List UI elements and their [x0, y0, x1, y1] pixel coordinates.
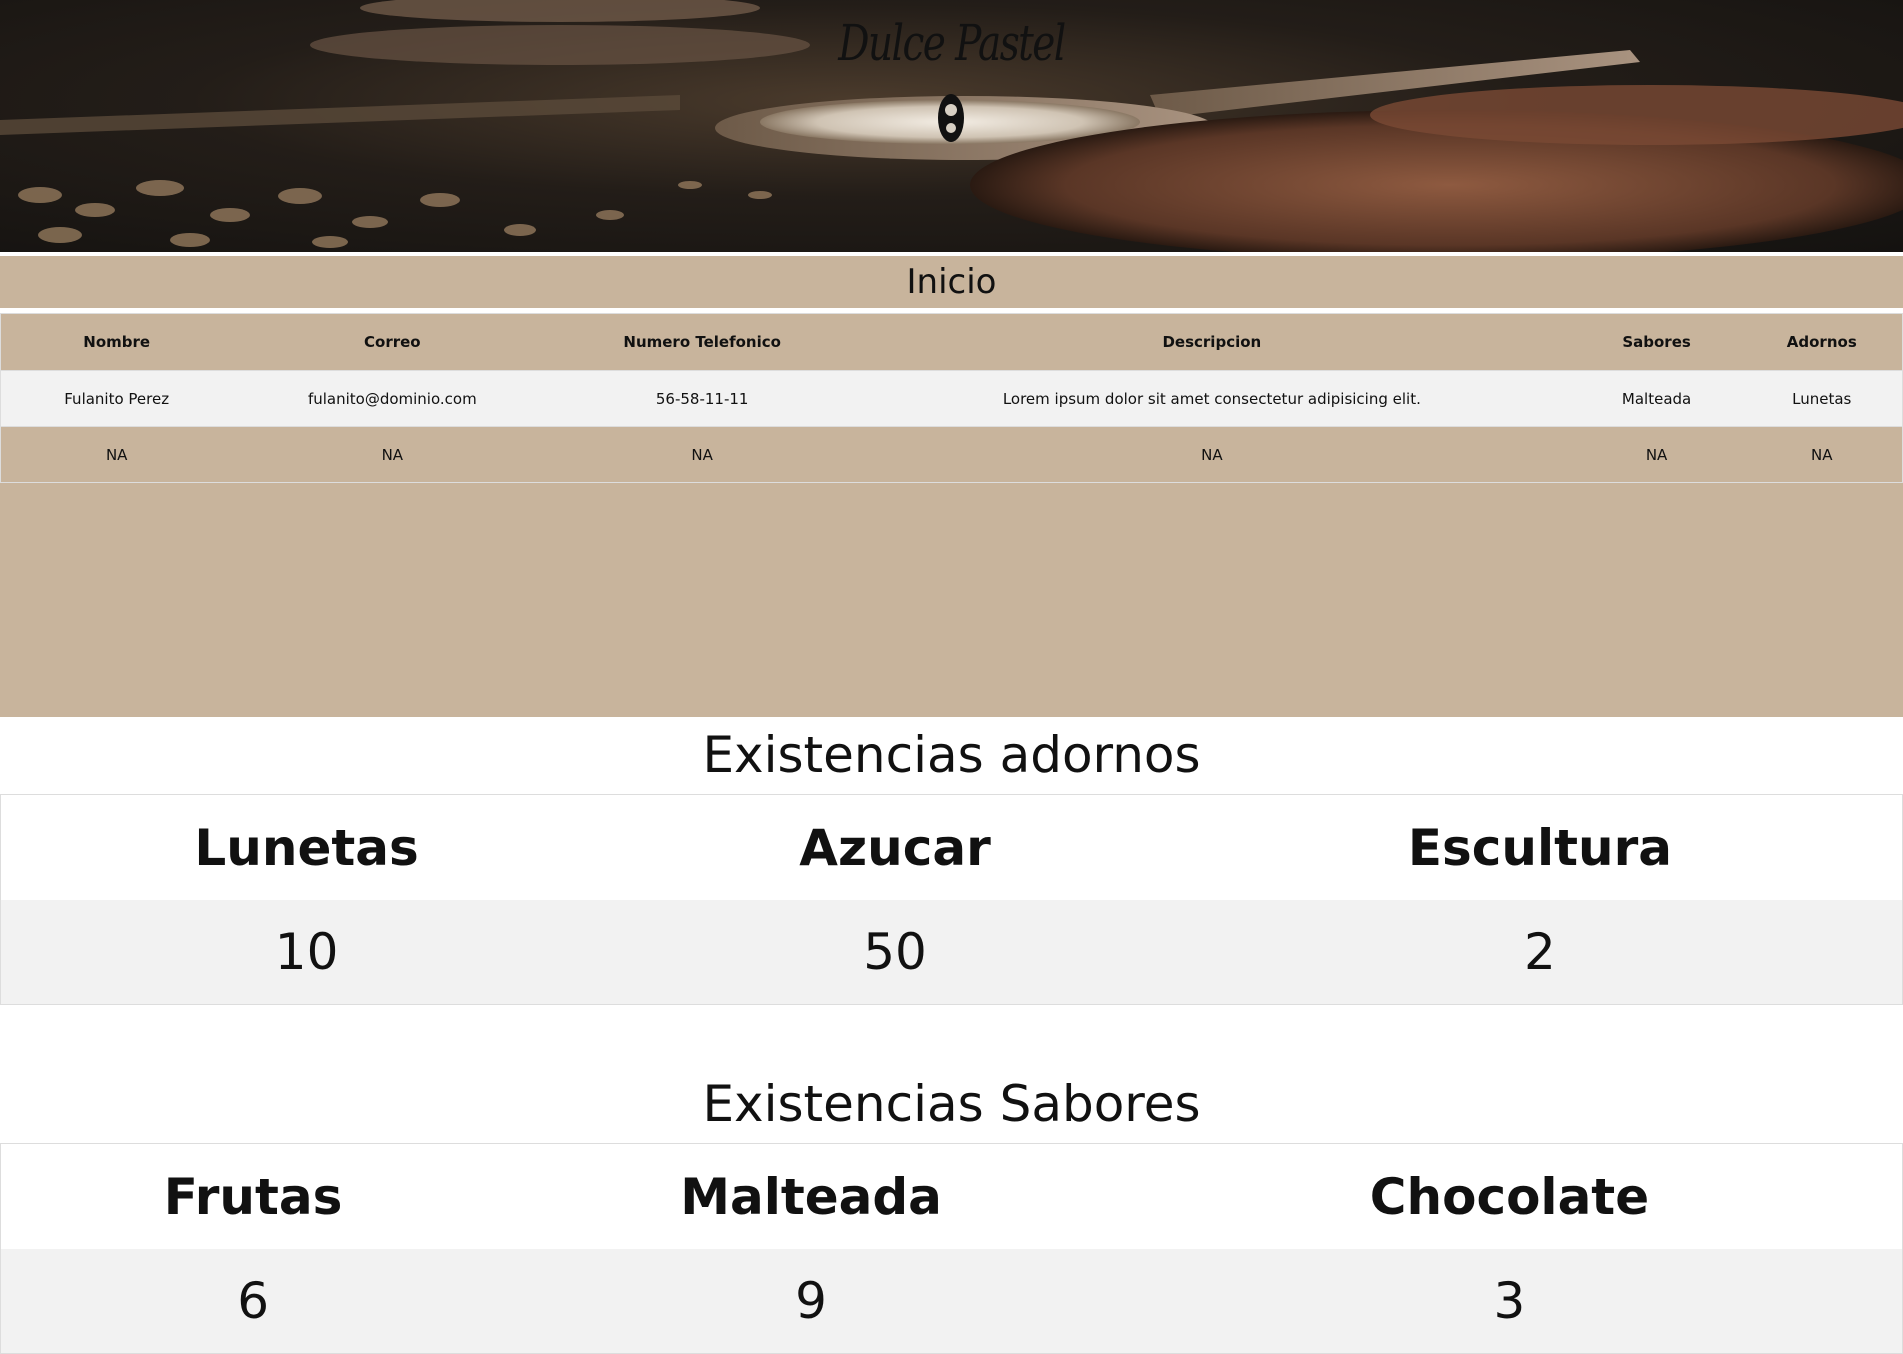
sabores-values-row: 6 9 3 [0, 1249, 1903, 1354]
table-row: Fulanito Perez fulanito@dominio.com 56-5… [0, 370, 1903, 427]
table-cell: Fulanito Perez [0, 370, 233, 427]
column-header: Lunetas [0, 794, 613, 900]
column-header: Numero Telefonico [552, 313, 853, 371]
adornos-stock-table: Lunetas Azucar Escultura 10 50 2 [0, 794, 1903, 1005]
orders-header-row: Nombre Correo Numero Telefonico Descripc… [0, 313, 1903, 371]
adornos-title: Existencias adornos [702, 726, 1201, 784]
nav-inicio[interactable]: Inicio [0, 256, 1903, 308]
table-cell: NA [1571, 426, 1742, 483]
column-header: Chocolate [1116, 1143, 1903, 1249]
column-header: Malteada [505, 1143, 1117, 1249]
orders-table: Nombre Correo Numero Telefonico Descripc… [0, 313, 1903, 483]
column-header: Sabores [1571, 313, 1742, 371]
table-cell: NA [552, 426, 853, 483]
cupcake-logo-icon [938, 94, 964, 142]
column-header: Correo [232, 313, 553, 371]
table-cell: Malteada [1571, 370, 1742, 427]
column-header: Escultura [1177, 794, 1903, 900]
table-cell: NA [1741, 426, 1903, 483]
adornos-header-row: Lunetas Azucar Escultura [0, 794, 1903, 900]
column-header: Adornos [1741, 313, 1903, 371]
stock-value: 3 [1116, 1249, 1903, 1354]
brand-logo-text: Dulce Pastel [838, 14, 1066, 72]
header-banner: Dulce Pastel [0, 0, 1903, 252]
stock-value: 50 [612, 900, 1178, 1005]
page: Dulce Pastel Inicio Nombre Correo Numero… [0, 0, 1903, 1354]
table-cell: Lunetas [1741, 370, 1903, 427]
column-header: Nombre [0, 313, 233, 371]
nav-inicio-label: Inicio [906, 262, 997, 302]
table-cell: 56-58-11-11 [552, 370, 853, 427]
stock-value: 6 [0, 1249, 506, 1354]
sabores-header-row: Frutas Malteada Chocolate [0, 1143, 1903, 1249]
orders-section: Nombre Correo Numero Telefonico Descripc… [0, 313, 1903, 717]
column-header: Azucar [612, 794, 1178, 900]
column-header: Descripcion [852, 313, 1572, 371]
stock-value: 9 [505, 1249, 1117, 1354]
sabores-stock-table: Frutas Malteada Chocolate 6 9 3 [0, 1143, 1903, 1354]
table-cell: Lorem ipsum dolor sit amet consectetur a… [852, 370, 1572, 427]
adornos-values-row: 10 50 2 [0, 900, 1903, 1005]
table-row: NA NA NA NA NA NA [0, 426, 1903, 483]
table-cell: NA [0, 426, 233, 483]
stock-value: 2 [1177, 900, 1903, 1005]
table-cell: NA [232, 426, 553, 483]
sabores-title: Existencias Sabores [702, 1075, 1201, 1133]
table-cell: NA [852, 426, 1572, 483]
stock-value: 10 [0, 900, 613, 1005]
column-header: Frutas [0, 1143, 506, 1249]
table-cell: fulanito@dominio.com [232, 370, 553, 427]
